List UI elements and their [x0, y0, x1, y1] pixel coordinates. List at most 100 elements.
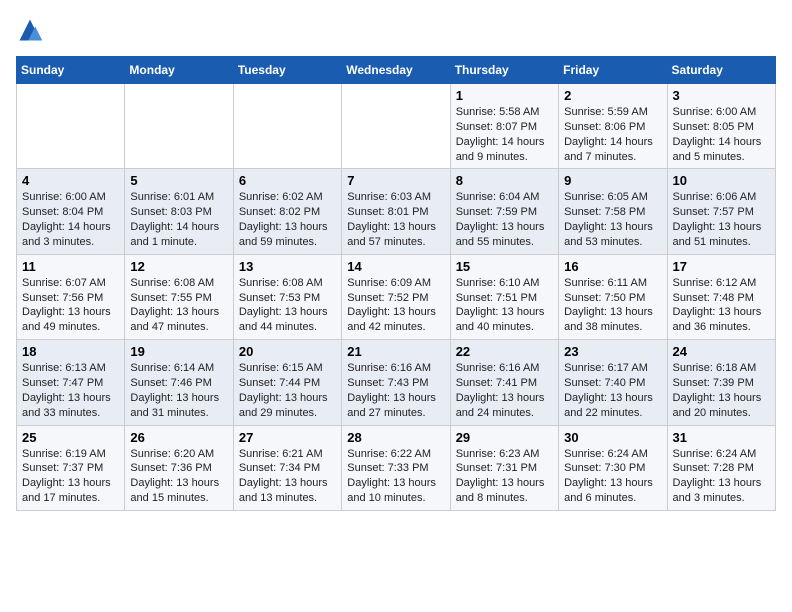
day-cell: 24 Sunrise: 6:18 AM Sunset: 7:39 PM Dayli… — [667, 340, 775, 425]
day-number: 7 — [347, 173, 444, 188]
day-cell: 8 Sunrise: 6:04 AM Sunset: 7:59 PM Daylig… — [450, 169, 558, 254]
calendar-table: SundayMondayTuesdayWednesdayThursdayFrid… — [16, 56, 776, 511]
day-info: Sunrise: 6:10 AM Sunset: 7:51 PM Dayligh… — [456, 276, 553, 335]
day-cell: 6 Sunrise: 6:02 AM Sunset: 8:02 PM Daylig… — [233, 169, 341, 254]
day-info: Sunrise: 6:07 AM Sunset: 7:56 PM Dayligh… — [22, 276, 119, 335]
day-cell: 21 Sunrise: 6:16 AM Sunset: 7:43 PM Dayli… — [342, 340, 450, 425]
day-info: Sunrise: 6:22 AM Sunset: 7:33 PM Dayligh… — [347, 447, 444, 506]
day-info: Sunrise: 6:16 AM Sunset: 7:43 PM Dayligh… — [347, 361, 444, 420]
day-info: Sunrise: 6:08 AM Sunset: 7:53 PM Dayligh… — [239, 276, 336, 335]
day-number: 19 — [130, 344, 227, 359]
day-number: 10 — [673, 173, 770, 188]
day-cell: 25Sunrise: 6:19 AM Sunset: 7:37 PM Dayli… — [17, 425, 125, 510]
day-number: 30 — [564, 430, 661, 445]
day-number: 21 — [347, 344, 444, 359]
day-info: Sunrise: 6:13 AM Sunset: 7:47 PM Dayligh… — [22, 361, 119, 420]
day-cell: 5 Sunrise: 6:01 AM Sunset: 8:03 PM Daylig… — [125, 169, 233, 254]
day-info: Sunrise: 6:12 AM Sunset: 7:48 PM Dayligh… — [673, 276, 770, 335]
day-cell: 19 Sunrise: 6:14 AM Sunset: 7:46 PM Dayli… — [125, 340, 233, 425]
week-row-3: 11 Sunrise: 6:07 AM Sunset: 7:56 PM Dayli… — [17, 254, 776, 339]
day-cell — [125, 84, 233, 169]
day-cell — [233, 84, 341, 169]
day-info: Sunrise: 6:17 AM Sunset: 7:40 PM Dayligh… — [564, 361, 661, 420]
week-row-4: 18 Sunrise: 6:13 AM Sunset: 7:47 PM Dayli… — [17, 340, 776, 425]
day-cell: 26 Sunrise: 6:20 AM Sunset: 7:36 PM Dayli… — [125, 425, 233, 510]
day-info: Sunrise: 6:08 AM Sunset: 7:55 PM Dayligh… — [130, 276, 227, 335]
day-number: 27 — [239, 430, 336, 445]
page-header — [16, 16, 776, 44]
day-info: Sunrise: 6:00 AM Sunset: 8:05 PM Dayligh… — [673, 105, 770, 164]
day-number: 13 — [239, 259, 336, 274]
day-cell: 1Sunrise: 5:58 AM Sunset: 8:07 PM Daylig… — [450, 84, 558, 169]
day-info: Sunrise: 6:04 AM Sunset: 7:59 PM Dayligh… — [456, 190, 553, 249]
day-cell — [342, 84, 450, 169]
day-info: Sunrise: 6:11 AM Sunset: 7:50 PM Dayligh… — [564, 276, 661, 335]
day-cell: 3 Sunrise: 6:00 AM Sunset: 8:05 PM Daylig… — [667, 84, 775, 169]
day-info: Sunrise: 6:05 AM Sunset: 7:58 PM Dayligh… — [564, 190, 661, 249]
day-info: Sunrise: 5:59 AM Sunset: 8:06 PM Dayligh… — [564, 105, 661, 164]
day-info: Sunrise: 6:03 AM Sunset: 8:01 PM Dayligh… — [347, 190, 444, 249]
day-number: 4 — [22, 173, 119, 188]
day-number: 12 — [130, 259, 227, 274]
day-number: 24 — [673, 344, 770, 359]
week-row-1: 1Sunrise: 5:58 AM Sunset: 8:07 PM Daylig… — [17, 84, 776, 169]
week-row-5: 25Sunrise: 6:19 AM Sunset: 7:37 PM Dayli… — [17, 425, 776, 510]
day-number: 20 — [239, 344, 336, 359]
logo-icon — [16, 16, 44, 44]
day-info: Sunrise: 6:18 AM Sunset: 7:39 PM Dayligh… — [673, 361, 770, 420]
day-number: 16 — [564, 259, 661, 274]
day-info: Sunrise: 6:24 AM Sunset: 7:30 PM Dayligh… — [564, 447, 661, 506]
day-cell: 14 Sunrise: 6:09 AM Sunset: 7:52 PM Dayli… — [342, 254, 450, 339]
day-number: 14 — [347, 259, 444, 274]
day-number: 3 — [673, 88, 770, 103]
day-number: 9 — [564, 173, 661, 188]
day-cell: 13 Sunrise: 6:08 AM Sunset: 7:53 PM Dayli… — [233, 254, 341, 339]
weekday-header-row: SundayMondayTuesdayWednesdayThursdayFrid… — [17, 57, 776, 84]
day-info: Sunrise: 5:58 AM Sunset: 8:07 PM Dayligh… — [456, 105, 553, 164]
day-cell: 12 Sunrise: 6:08 AM Sunset: 7:55 PM Dayli… — [125, 254, 233, 339]
weekday-header-monday: Monday — [125, 57, 233, 84]
week-row-2: 4 Sunrise: 6:00 AM Sunset: 8:04 PM Daylig… — [17, 169, 776, 254]
day-cell: 17Sunrise: 6:12 AM Sunset: 7:48 PM Dayli… — [667, 254, 775, 339]
day-cell: 2Sunrise: 5:59 AM Sunset: 8:06 PM Daylig… — [559, 84, 667, 169]
day-info: Sunrise: 6:16 AM Sunset: 7:41 PM Dayligh… — [456, 361, 553, 420]
day-info: Sunrise: 6:00 AM Sunset: 8:04 PM Dayligh… — [22, 190, 119, 249]
day-number: 31 — [673, 430, 770, 445]
day-info: Sunrise: 6:09 AM Sunset: 7:52 PM Dayligh… — [347, 276, 444, 335]
day-cell: 29Sunrise: 6:23 AM Sunset: 7:31 PM Dayli… — [450, 425, 558, 510]
day-cell: 16 Sunrise: 6:11 AM Sunset: 7:50 PM Dayli… — [559, 254, 667, 339]
day-info: Sunrise: 6:15 AM Sunset: 7:44 PM Dayligh… — [239, 361, 336, 420]
day-info: Sunrise: 6:01 AM Sunset: 8:03 PM Dayligh… — [130, 190, 227, 249]
day-cell: 20 Sunrise: 6:15 AM Sunset: 7:44 PM Dayli… — [233, 340, 341, 425]
day-number: 18 — [22, 344, 119, 359]
day-cell: 7 Sunrise: 6:03 AM Sunset: 8:01 PM Daylig… — [342, 169, 450, 254]
day-number: 26 — [130, 430, 227, 445]
weekday-header-sunday: Sunday — [17, 57, 125, 84]
weekday-header-thursday: Thursday — [450, 57, 558, 84]
day-cell: 18 Sunrise: 6:13 AM Sunset: 7:47 PM Dayli… — [17, 340, 125, 425]
day-info: Sunrise: 6:14 AM Sunset: 7:46 PM Dayligh… — [130, 361, 227, 420]
weekday-header-wednesday: Wednesday — [342, 57, 450, 84]
day-cell: 31Sunrise: 6:24 AM Sunset: 7:28 PM Dayli… — [667, 425, 775, 510]
day-number: 8 — [456, 173, 553, 188]
day-cell — [17, 84, 125, 169]
day-number: 6 — [239, 173, 336, 188]
day-cell: 23 Sunrise: 6:17 AM Sunset: 7:40 PM Dayli… — [559, 340, 667, 425]
day-cell: 11 Sunrise: 6:07 AM Sunset: 7:56 PM Dayli… — [17, 254, 125, 339]
day-info: Sunrise: 6:23 AM Sunset: 7:31 PM Dayligh… — [456, 447, 553, 506]
day-number: 11 — [22, 259, 119, 274]
day-cell: 28 Sunrise: 6:22 AM Sunset: 7:33 PM Dayli… — [342, 425, 450, 510]
logo — [16, 16, 48, 44]
weekday-header-friday: Friday — [559, 57, 667, 84]
day-number: 5 — [130, 173, 227, 188]
day-info: Sunrise: 6:21 AM Sunset: 7:34 PM Dayligh… — [239, 447, 336, 506]
day-cell: 27 Sunrise: 6:21 AM Sunset: 7:34 PM Dayli… — [233, 425, 341, 510]
day-info: Sunrise: 6:02 AM Sunset: 8:02 PM Dayligh… — [239, 190, 336, 249]
day-cell: 30 Sunrise: 6:24 AM Sunset: 7:30 PM Dayli… — [559, 425, 667, 510]
day-number: 15 — [456, 259, 553, 274]
day-cell: 10Sunrise: 6:06 AM Sunset: 7:57 PM Dayli… — [667, 169, 775, 254]
weekday-header-saturday: Saturday — [667, 57, 775, 84]
day-info: Sunrise: 6:20 AM Sunset: 7:36 PM Dayligh… — [130, 447, 227, 506]
day-number: 23 — [564, 344, 661, 359]
day-number: 28 — [347, 430, 444, 445]
